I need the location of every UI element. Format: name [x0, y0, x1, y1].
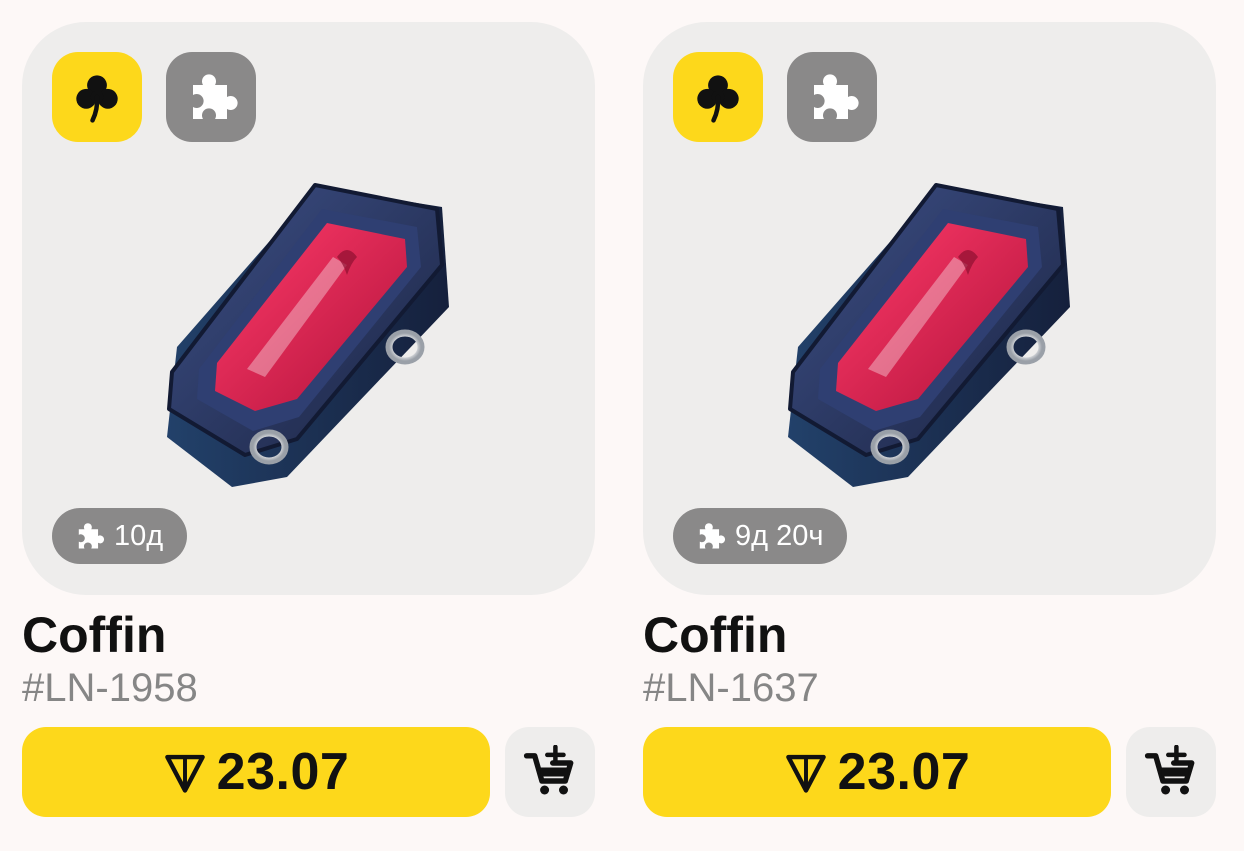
ton-diamond-icon	[784, 750, 828, 794]
clover-icon	[70, 70, 124, 124]
add-to-cart-icon	[1144, 745, 1198, 799]
puzzle-chip[interactable]	[787, 52, 877, 142]
timer-badge: 10д	[52, 508, 188, 564]
gift-serial: #LN-1637	[643, 666, 819, 710]
gift-preview[interactable]: 9д 20ч	[643, 22, 1216, 595]
clover-chip[interactable]	[52, 52, 142, 142]
timer-text: 9д 20ч	[735, 519, 824, 552]
timer-badge: 9д 20ч	[673, 508, 848, 564]
gift-card[interactable]: 10д Coffin #LN-1958 23.07	[22, 22, 595, 817]
gift-title: Coffin	[643, 607, 788, 663]
gift-preview[interactable]: 10д	[22, 22, 595, 595]
gift-serial: #LN-1958	[22, 666, 198, 710]
coffin-image	[758, 147, 1088, 487]
price-label: 23.07	[216, 743, 350, 801]
gift-card[interactable]: 9д 20ч Coffin #LN-1637 23.07	[643, 22, 1216, 817]
puzzle-icon	[802, 67, 862, 127]
card-actions: 23.07	[643, 727, 1216, 817]
add-to-cart-icon	[523, 745, 577, 799]
add-to-cart-button[interactable]	[1126, 727, 1216, 817]
buy-button[interactable]: 23.07	[643, 727, 1111, 817]
add-to-cart-button[interactable]	[505, 727, 595, 817]
coffin-image	[137, 147, 467, 487]
clover-icon	[691, 70, 745, 124]
puzzle-icon	[693, 519, 727, 553]
timer-text: 10д	[114, 519, 164, 552]
clover-chip[interactable]	[673, 52, 763, 142]
puzzle-chip[interactable]	[166, 52, 256, 142]
puzzle-icon	[181, 67, 241, 127]
price-label: 23.07	[837, 743, 971, 801]
ton-diamond-icon	[163, 750, 207, 794]
gift-title: Coffin	[22, 607, 167, 663]
puzzle-icon	[72, 519, 106, 553]
buy-button[interactable]: 23.07	[22, 727, 490, 817]
gift-grid: 10д Coffin #LN-1958 23.07 9д 20ч Coffin …	[0, 0, 1244, 851]
card-actions: 23.07	[22, 727, 595, 817]
